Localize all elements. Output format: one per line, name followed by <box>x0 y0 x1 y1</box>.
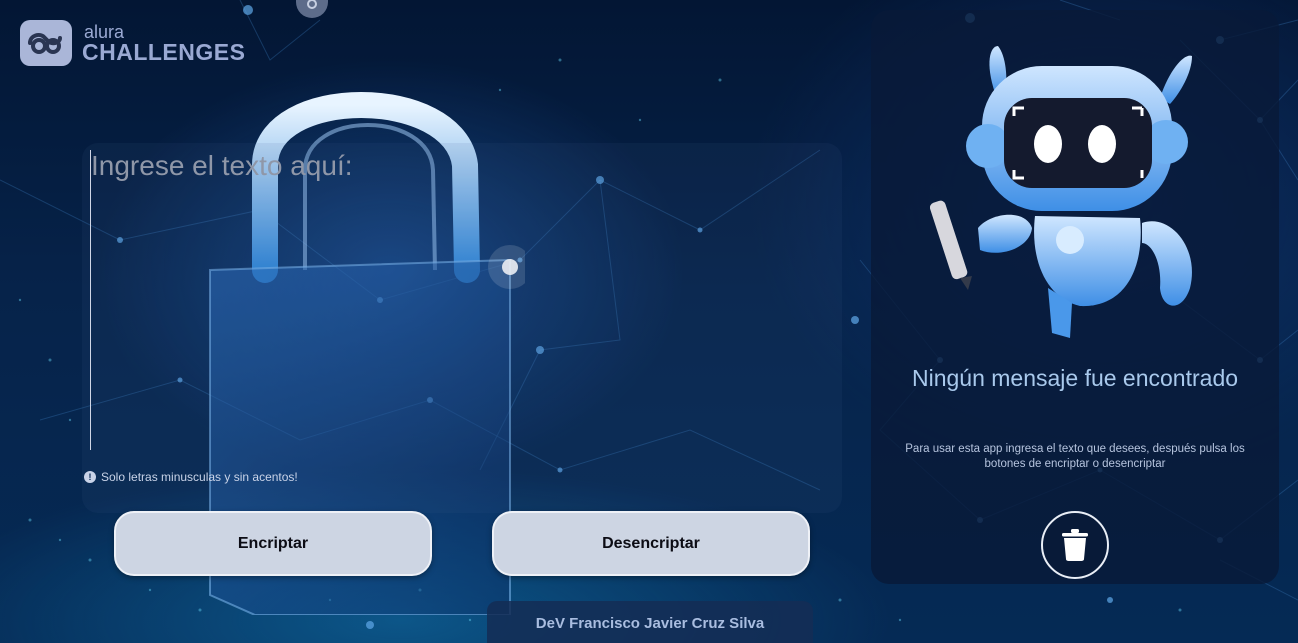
decrypt-button[interactable]: Desencriptar <box>492 511 810 576</box>
credit-text: DeV Francisco Javier Cruz Silva <box>535 615 765 632</box>
logo-line2: CHALLENGES <box>82 38 246 65</box>
output-description: Para usar esta app ingresa el texto que … <box>905 443 1245 470</box>
alura-logo-icon <box>20 20 72 66</box>
encrypt-button[interactable]: Encriptar <box>114 511 432 576</box>
clear-button[interactable] <box>1041 511 1109 579</box>
info-icon: ! <box>84 471 96 483</box>
text-input[interactable] <box>90 150 810 450</box>
robot-illustration <box>930 46 1192 338</box>
logo-line1: alura <box>84 21 125 42</box>
output-title: Ningún mensaje fue encontrado <box>911 365 1239 391</box>
hint-text: Solo letras minusculas y sin acentos! <box>101 470 298 484</box>
footer-credit: DeV Francisco Javier Cruz Silva <box>487 601 813 643</box>
trash-icon <box>1062 529 1088 561</box>
alura-challenges-logo: alura CHALLENGES <box>20 20 245 66</box>
input-hint: ! Solo letras minusculas y sin acentos! <box>84 470 298 484</box>
